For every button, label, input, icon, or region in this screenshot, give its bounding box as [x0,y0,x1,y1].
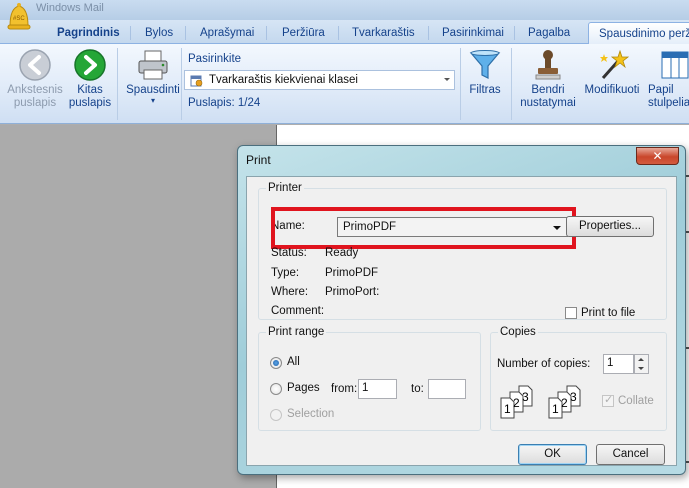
print-dropdown-arrow-icon[interactable]: ▾ [121,97,185,105]
page-digit: 3 [570,390,577,404]
range-all-label[interactable]: All [287,356,300,368]
tab-pagrindinis[interactable]: Pagrindinis [47,22,130,44]
modify-button[interactable]: Modifikuoti [580,48,644,97]
select-label: Pasirinkite [188,53,242,65]
dialog-body: Printer Name: PrimoPDF Properties... Sta… [246,176,677,466]
printer-group: Printer Name: PrimoPDF Properties... Sta… [258,182,667,320]
print-to-file-label[interactable]: Print to file [581,307,635,319]
collate-checkbox[interactable] [602,393,614,407]
ok-button[interactable]: OK [518,444,587,465]
tab-bylos[interactable]: Bylos [135,22,183,44]
page-digit: 2 [561,396,568,410]
print-to-file-checkbox[interactable] [565,307,577,319]
ribbon-tab-bar: Pagrindinis Bylos Aprašymai Peržiūra Tva… [0,20,689,45]
range-selection-radio[interactable] [270,409,282,421]
svg-text:#SC: #SC [13,16,25,22]
page-digit: 1 [552,402,559,416]
print-button[interactable]: Spausdinti ▾ [121,48,185,105]
chevron-down-icon [444,78,450,81]
spin-up-icon[interactable] [638,358,644,361]
page-digit: 3 [522,390,529,404]
title-bar: Windows Mail [0,0,689,20]
columns-icon [661,51,689,79]
tab-pagalba[interactable]: Pagalba [518,22,580,44]
range-pages-radio[interactable] [270,383,282,395]
common-settings-button[interactable]: Bendri nustatymai [515,48,581,110]
print-range-group: Print range All Pages from: 1 to: Select… [258,326,481,431]
type-label: Type: [271,267,300,279]
range-all-radio[interactable] [270,357,282,369]
copies-group-title: Copies [498,326,538,338]
print-range-group-title: Print range [266,326,327,338]
type-value: PrimoPDF [325,267,379,279]
printer-icon [138,50,168,80]
arrow-left-icon [19,49,51,81]
app-bell-icon[interactable]: #SC [4,0,34,32]
previous-page-label: Ankstesnis puslapis [7,84,63,109]
where-label: Where: [271,286,309,298]
page-digit: 1 [504,402,511,416]
printer-group-title: Printer [266,182,304,194]
close-icon: ✕ [652,149,663,163]
collate-pages-icon: 3 2 1 [500,385,533,419]
tab-spausdinimo-perziura[interactable]: Spausdinimo perž [588,22,689,45]
print-label: Spausdinti [126,84,180,96]
page-digit: 2 [513,396,520,410]
from-page-input[interactable]: 1 [358,379,397,399]
tab-perziura[interactable]: Peržiūra [272,22,335,44]
window-title: Windows Mail [36,2,104,14]
where-value: PrimoPort: [325,286,380,298]
filter-label: Filtras [469,84,501,96]
tab-pasirinkimai[interactable]: Pasirinkimai [432,22,514,44]
print-dialog: Print ✕ Printer Name: PrimoPDF Propertie… [237,145,686,475]
report-select-value: Tvarkaraštis kiekvienai klasei [209,74,358,86]
schedule-icon [190,75,203,87]
to-page-input[interactable] [428,379,466,399]
funnel-icon [469,50,501,79]
ribbon: Ankstesnis puslapis Kitas puslapis Spaus… [0,44,689,124]
spin-down-icon[interactable] [638,367,644,370]
report-select[interactable]: Tvarkaraštis kiekvienai klasei [184,70,455,90]
next-page-label: Kitas puslapis [68,84,112,109]
tab-aprasymai[interactable]: Aprašymai [190,22,264,44]
previous-page-button[interactable]: Ankstesnis puslapis [4,48,66,110]
next-page-button[interactable]: Kitas puslapis [64,48,116,110]
range-selection-label: Selection [287,408,335,420]
filter-button[interactable]: Filtras [465,48,505,97]
close-button[interactable]: ✕ [636,147,679,165]
stamp-icon [535,50,561,80]
copies-input[interactable]: 1 [603,354,634,374]
collate-label: Collate [618,395,654,407]
status-value: Ready [325,247,359,259]
range-pages-label[interactable]: Pages [287,382,320,394]
properties-button[interactable]: Properties... [566,216,654,237]
page-info: Puslapis: 1/24 [188,97,261,109]
common-settings-label: Bendri nustatymai [520,84,576,109]
status-label: Status: [271,247,307,259]
from-label: from: [331,383,358,395]
modify-label: Modifikuoti [584,84,640,96]
arrow-right-icon [74,49,106,81]
collate-pages-icon: 3 2 1 [548,385,581,419]
copies-group: Copies Number of copies: 1 3 2 1 3 2 1 ✓… [490,326,667,431]
annotation-highlight-box [271,207,576,249]
more-columns-label: Papil stulpelia [648,84,689,109]
tab-tvarkarastis[interactable]: Tvarkaraštis [342,22,425,44]
copies-label: Number of copies: [497,358,591,370]
comment-label: Comment: [271,305,325,317]
to-label: to: [411,383,424,395]
magic-wand-icon [600,49,629,79]
copies-spinner[interactable] [634,354,649,374]
dialog-title: Print [246,153,271,167]
cancel-button[interactable]: Cancel [596,444,665,465]
more-columns-button[interactable]: Papil stulpelia [644,48,689,110]
